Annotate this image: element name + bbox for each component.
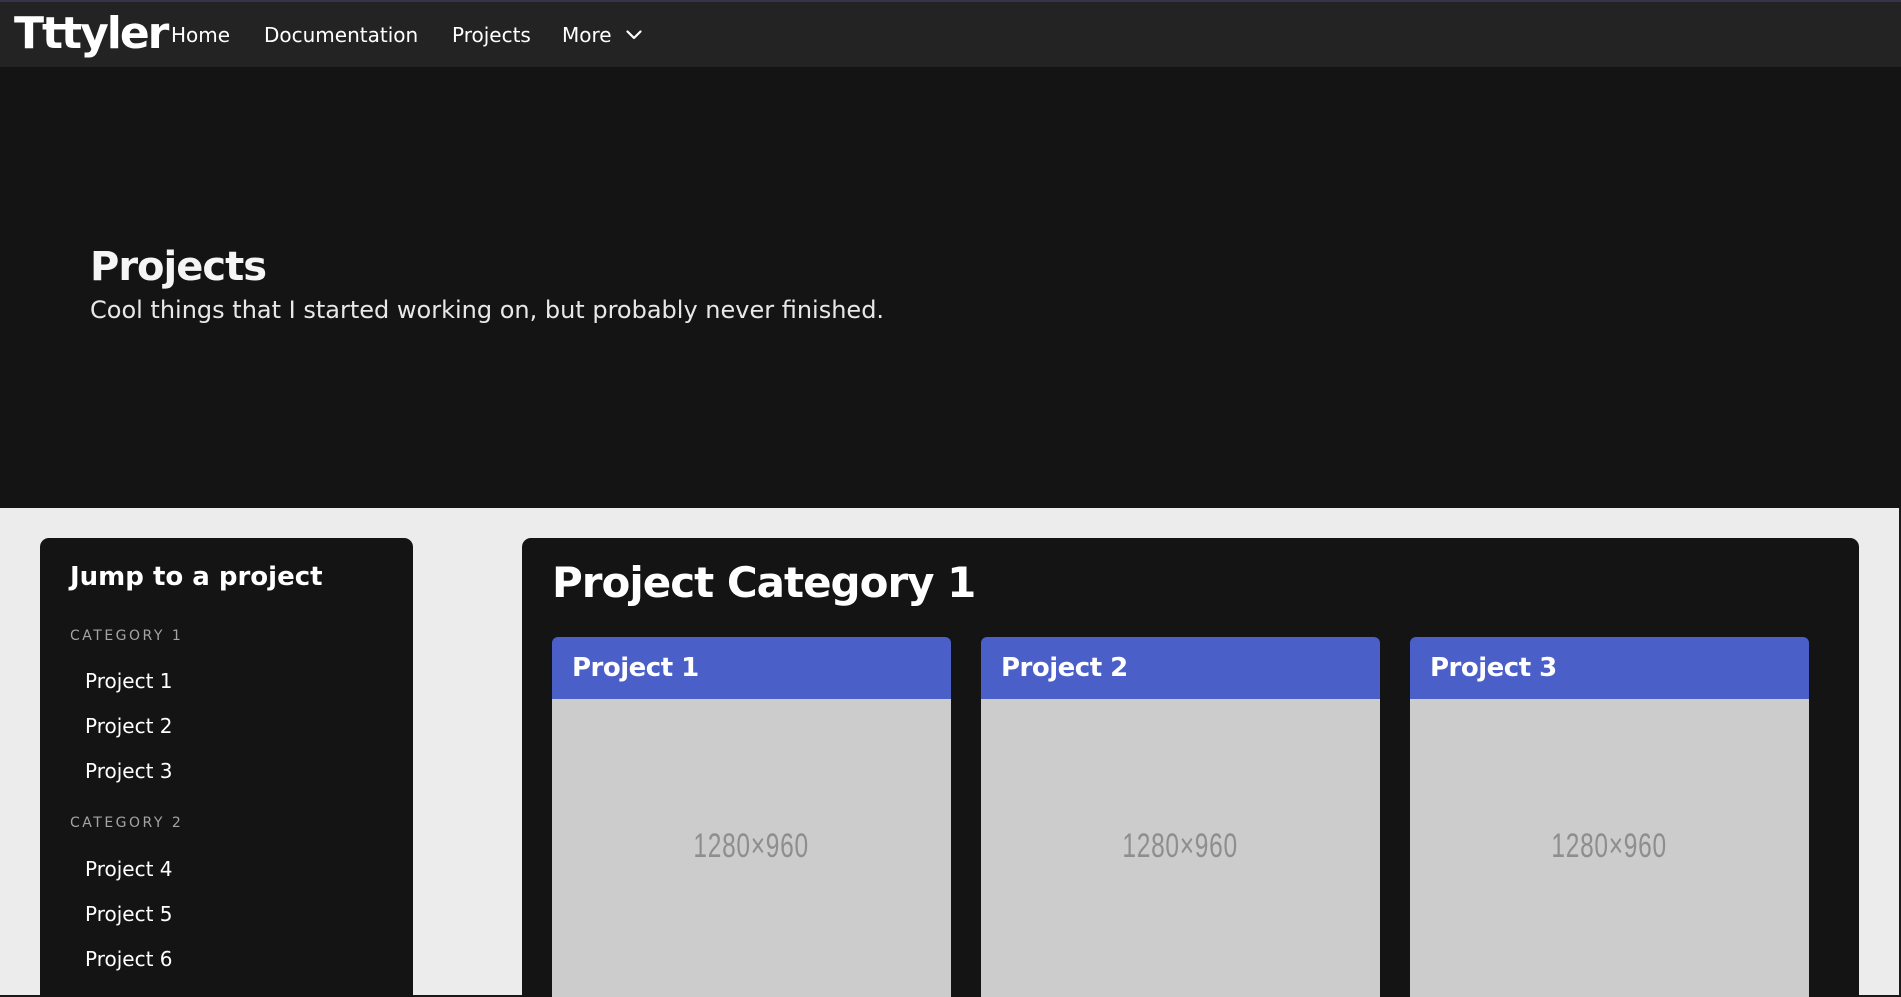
project-card[interactable]: Project 3 1280×960	[1410, 637, 1809, 997]
nav-link-home[interactable]: Home	[171, 23, 264, 47]
image-dimension-label: 1280×960	[1551, 827, 1668, 865]
card-header: Project 1	[552, 637, 951, 699]
page-title: Projects	[90, 244, 267, 290]
chevron-down-icon	[625, 30, 642, 40]
card-title: Project 2	[1001, 653, 1128, 683]
sidebar-category-heading: CATEGORY 2	[70, 815, 184, 831]
sidebar-item-project-4[interactable]: Project 4	[85, 857, 173, 881]
project-card[interactable]: Project 1 1280×960	[552, 637, 951, 997]
hero-banner: Projects Cool things that I started work…	[0, 67, 1901, 508]
card-title: Project 3	[1430, 653, 1557, 683]
category-title: Project Category 1	[552, 558, 976, 607]
brand-logo[interactable]: Tttyler	[14, 8, 169, 59]
sidebar-title: Jump to a project	[70, 562, 323, 592]
card-header: Project 2	[981, 637, 1380, 699]
page-subtitle: Cool things that I started working on, b…	[90, 296, 885, 324]
nav-dropdown-more[interactable]: More	[562, 23, 642, 47]
nav-links: Home Documentation Projects More	[171, 23, 673, 47]
image-dimension-label: 1280×960	[1122, 827, 1239, 865]
card-image-placeholder: 1280×960	[981, 699, 1380, 997]
card-image-placeholder: 1280×960	[552, 699, 951, 997]
card-image-placeholder: 1280×960	[1410, 699, 1809, 997]
sidebar-item-project-6[interactable]: Project 6	[85, 947, 173, 971]
top-navbar: Tttyler Home Documentation Projects More	[0, 0, 1901, 67]
sidebar-item-project-3[interactable]: Project 3	[85, 759, 173, 783]
card-header: Project 3	[1410, 637, 1809, 699]
project-category-panel: Project Category 1 Project 1 1280×960 Pr…	[522, 538, 1859, 997]
sidebar-item-project-2[interactable]: Project 2	[85, 714, 173, 738]
card-title: Project 1	[572, 653, 699, 683]
sidebar-category-heading: CATEGORY 1	[70, 628, 184, 644]
project-sidebar: Jump to a project CATEGORY 1 Project 1 P…	[40, 538, 413, 997]
nav-link-more-label: More	[562, 23, 612, 47]
image-dimension-label: 1280×960	[693, 827, 810, 865]
nav-link-projects[interactable]: Projects	[452, 23, 562, 47]
sidebar-item-project-1[interactable]: Project 1	[85, 669, 173, 693]
nav-link-documentation[interactable]: Documentation	[264, 23, 452, 47]
sidebar-item-project-5[interactable]: Project 5	[85, 902, 173, 926]
project-card[interactable]: Project 2 1280×960	[981, 637, 1380, 997]
